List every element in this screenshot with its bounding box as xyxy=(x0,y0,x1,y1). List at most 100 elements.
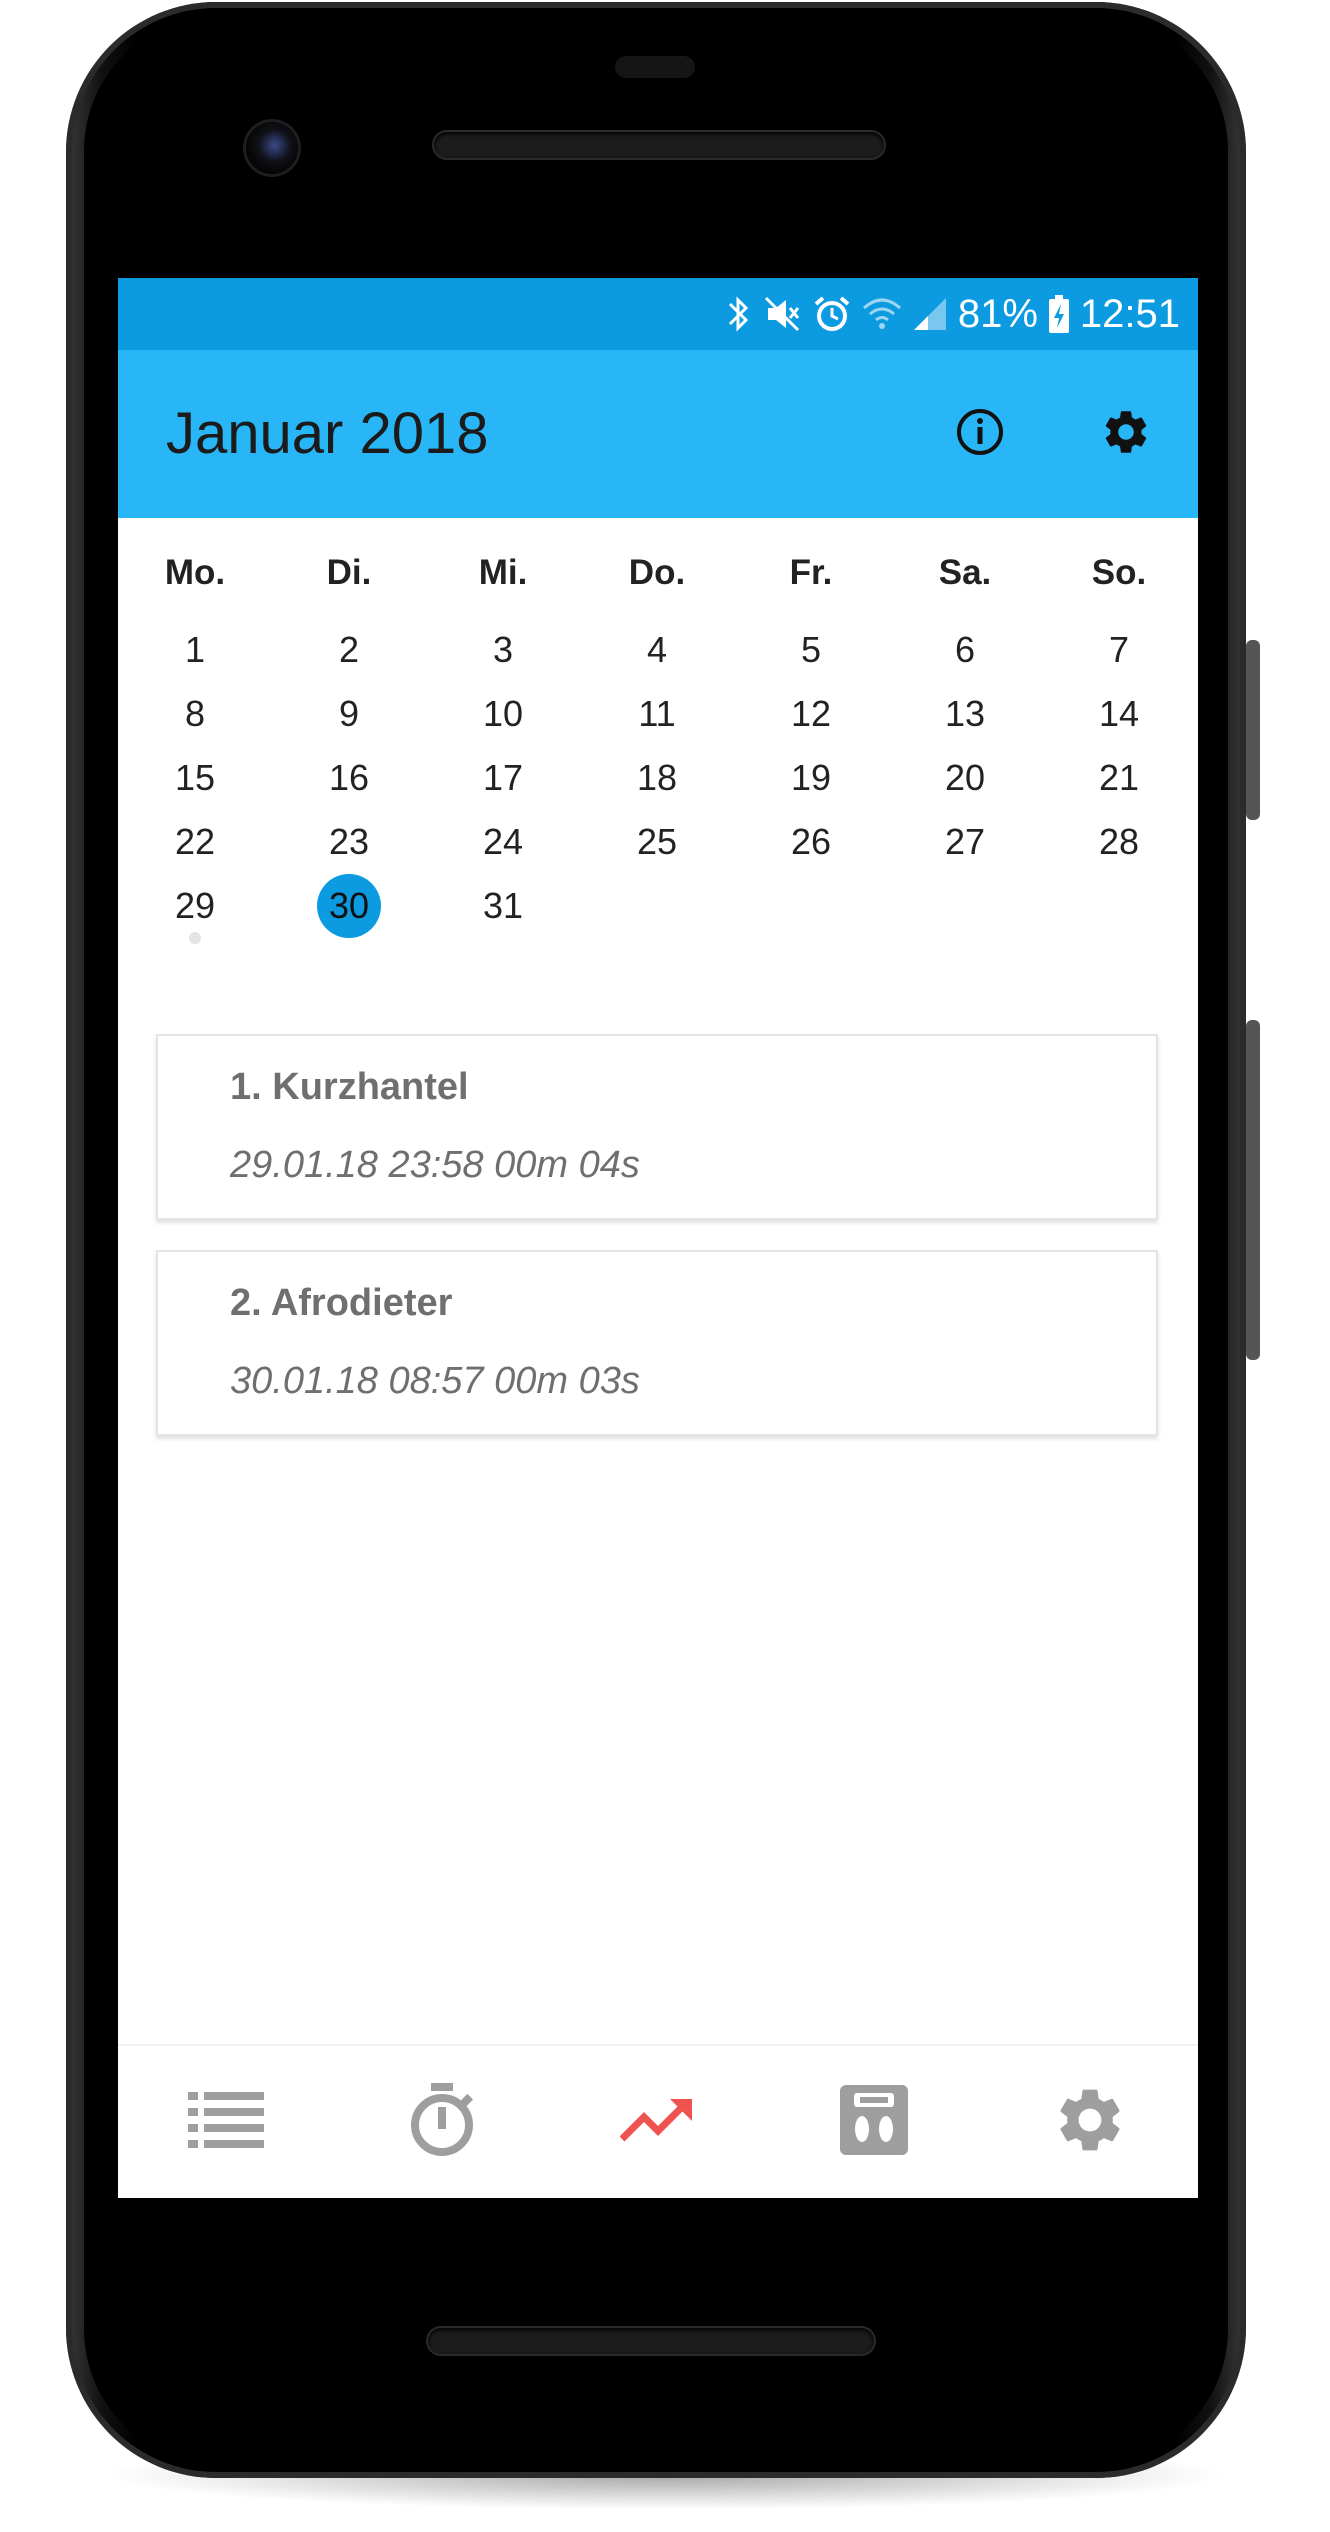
calendar-day-number: 26 xyxy=(790,821,832,862)
calendar-day[interactable]: 10 xyxy=(426,682,580,746)
calendar-day-number: 6 xyxy=(954,629,976,670)
calendar-day-number: 13 xyxy=(944,693,986,734)
weekday-label: Mo. xyxy=(164,553,226,592)
calendar-day-number: 24 xyxy=(482,821,524,862)
calendar-day-number: 30 xyxy=(317,874,381,938)
bluetooth-icon xyxy=(724,294,752,334)
scale-icon xyxy=(840,2084,908,2160)
nav-settings[interactable] xyxy=(982,2046,1198,2198)
calendar-day[interactable]: 5 xyxy=(734,618,888,682)
calendar-day[interactable]: 20 xyxy=(888,746,1042,810)
calendar-day[interactable]: 6 xyxy=(888,618,1042,682)
calendar-day-number: 9 xyxy=(338,693,360,734)
calendar-day[interactable]: 27 xyxy=(888,810,1042,874)
calendar-day[interactable]: 18 xyxy=(580,746,734,810)
entry-detail: 29.01.18 23:58 00m 04s xyxy=(230,1144,640,1186)
calendar-day-number: 5 xyxy=(800,629,822,670)
entry-title: 1. Kurzhantel xyxy=(230,1066,469,1108)
settings-icon xyxy=(1100,406,1152,463)
front-camera xyxy=(246,122,298,174)
calendar-day[interactable]: 3 xyxy=(426,618,580,682)
info-icon xyxy=(955,407,1005,462)
settings-button[interactable] xyxy=(1076,384,1176,484)
bottom-navigation xyxy=(118,2044,1198,2198)
weekday-label: Fr. xyxy=(789,553,833,592)
calendar-day[interactable]: 28 xyxy=(1042,810,1196,874)
clock: 12:51 xyxy=(1079,291,1180,336)
settings-icon xyxy=(1052,2082,1128,2163)
nav-statistics[interactable] xyxy=(550,2046,766,2198)
entry-card[interactable]: 1. Kurzhantel 29.01.18 23:58 00m 04s xyxy=(156,1034,1158,1220)
calendar-day-number: 15 xyxy=(174,757,216,798)
app-bar: Januar 2018 xyxy=(118,350,1198,518)
calendar-day[interactable]: 29 xyxy=(118,874,272,944)
mute-icon xyxy=(762,294,802,334)
calendar: Mo. Di. Mi. Do. Fr. Sa. So. 1 2 3 4 5 6 7 8 9 10 1… xyxy=(118,518,1198,944)
calendar-day-number: 12 xyxy=(790,693,832,734)
calendar-day[interactable]: 13 xyxy=(888,682,1042,746)
calendar-day[interactable]: 21 xyxy=(1042,746,1196,810)
calendar-day[interactable]: 11 xyxy=(580,682,734,746)
calendar-week: 8 9 10 11 12 13 14 xyxy=(118,682,1198,746)
calendar-day-number: 8 xyxy=(184,693,206,734)
calendar-day[interactable]: 23 xyxy=(272,810,426,874)
calendar-day-number: 7 xyxy=(1108,629,1130,670)
calendar-grid: 1 2 3 4 5 6 7 8 9 10 11 12 13 14 15 16 17 18 19 20 21 22 23 24 2… xyxy=(118,618,1198,944)
calendar-day-number: 19 xyxy=(790,757,832,798)
calendar-day[interactable]: 1 xyxy=(118,618,272,682)
calendar-day[interactable]: 16 xyxy=(272,746,426,810)
wifi-icon xyxy=(862,296,902,332)
calendar-day-number: 29 xyxy=(174,885,216,926)
calendar-day-number: 2 xyxy=(338,629,360,670)
calendar-empty-cell xyxy=(888,874,1042,938)
calendar-day[interactable]: 12 xyxy=(734,682,888,746)
calendar-day-number: 17 xyxy=(482,757,524,798)
bottom-speaker xyxy=(428,2328,874,2354)
calendar-day[interactable]: 7 xyxy=(1042,618,1196,682)
calendar-empty-cell xyxy=(1042,874,1196,938)
calendar-day[interactable]: 19 xyxy=(734,746,888,810)
weekday-label: Do. xyxy=(628,553,686,592)
alarm-icon xyxy=(812,294,852,334)
status-bar: 81% 12:51 xyxy=(118,278,1198,350)
calendar-day-number: 4 xyxy=(646,629,668,670)
info-button[interactable] xyxy=(930,384,1030,484)
calendar-day[interactable]: 14 xyxy=(1042,682,1196,746)
calendar-empty-cell xyxy=(580,874,734,938)
calendar-empty-cell xyxy=(734,874,888,938)
calendar-day[interactable]: 8 xyxy=(118,682,272,746)
calendar-week: 1 2 3 4 5 6 7 xyxy=(118,618,1198,682)
calendar-day-number: 16 xyxy=(328,757,370,798)
entry-card[interactable]: 2. Afrodieter 30.01.18 08:57 00m 03s xyxy=(156,1250,1158,1436)
calendar-day-number: 27 xyxy=(944,821,986,862)
calendar-day[interactable]: 17 xyxy=(426,746,580,810)
calendar-day[interactable]: 30 xyxy=(272,874,426,938)
nav-stopwatch[interactable] xyxy=(334,2046,550,2198)
calendar-day-number: 11 xyxy=(638,693,676,734)
weekday-header: Mo. Di. Mi. Do. Fr. Sa. So. xyxy=(118,518,1198,618)
calendar-week: 15 16 17 18 19 20 21 xyxy=(118,746,1198,810)
nav-scale[interactable] xyxy=(766,2046,982,2198)
list-icon xyxy=(188,2090,264,2155)
calendar-day[interactable]: 26 xyxy=(734,810,888,874)
signal-icon xyxy=(912,296,948,332)
calendar-day[interactable]: 31 xyxy=(426,874,580,938)
calendar-day[interactable]: 24 xyxy=(426,810,580,874)
calendar-day[interactable]: 15 xyxy=(118,746,272,810)
battery-percent: 81% xyxy=(957,291,1038,336)
calendar-day[interactable]: 4 xyxy=(580,618,734,682)
nav-list[interactable] xyxy=(118,2046,334,2198)
calendar-day[interactable]: 2 xyxy=(272,618,426,682)
calendar-day[interactable]: 9 xyxy=(272,682,426,746)
calendar-day[interactable]: 25 xyxy=(580,810,734,874)
calendar-day-number: 14 xyxy=(1098,693,1140,734)
calendar-day[interactable]: 22 xyxy=(118,810,272,874)
volume-button xyxy=(1246,1020,1260,1360)
calendar-day-number: 31 xyxy=(482,885,524,926)
stopwatch-icon xyxy=(407,2082,477,2162)
trending-up-icon xyxy=(619,2095,696,2150)
weekday-label: Di. xyxy=(326,553,372,592)
calendar-week: 22 23 24 25 26 27 28 xyxy=(118,810,1198,874)
calendar-day-number: 18 xyxy=(636,757,678,798)
status-icons: 81% 12:51 xyxy=(724,278,1180,350)
